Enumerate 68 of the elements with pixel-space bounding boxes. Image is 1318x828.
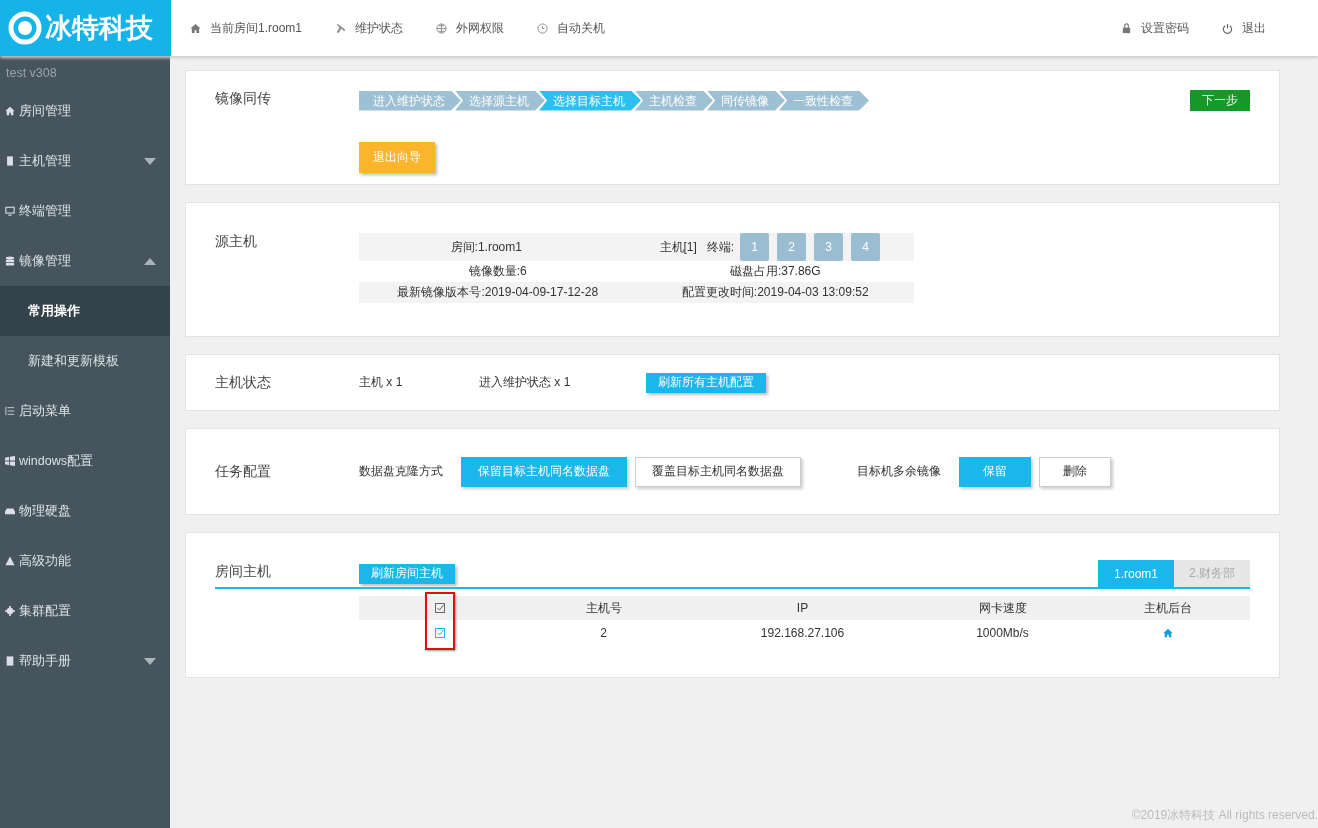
column-header: 主机后台 [1143, 599, 1193, 617]
column-header: 主机号 [584, 599, 623, 617]
checkbox[interactable] [435, 603, 445, 613]
table-cell-text: 2 [599, 626, 608, 640]
nav-link[interactable]: 维护状态 [335, 19, 404, 37]
host-info: 主机[1] [659, 238, 697, 256]
sidebar-item[interactable]: 帮助手册 [0, 636, 170, 686]
option-button[interactable]: 覆盖目标主机同名数据盘 [635, 456, 801, 487]
section-title: 主机状态 [215, 373, 272, 392]
extra-image-label: 目标机多余镜像 [857, 463, 941, 480]
sidebar-item[interactable]: 镜像管理 [0, 236, 170, 286]
home-icon [190, 22, 201, 34]
table-cell-text: 1000Mb/s [975, 626, 1030, 640]
monitor-icon [5, 206, 15, 216]
tools-icon [335, 22, 347, 34]
wizard-step: 选择目标主机 [539, 90, 641, 111]
logo-icon [8, 11, 42, 45]
database-icon [5, 256, 15, 266]
wizard-step: 同传镜像 [707, 90, 785, 111]
next-button[interactable]: 下一步 [1190, 90, 1250, 111]
sidebar-item[interactable]: windows配置 [0, 436, 170, 486]
sidebar-item[interactable]: 主机管理 [0, 136, 170, 186]
wizard-step: 选择源主机 [455, 90, 545, 111]
section-title: 镜像同传 [215, 90, 272, 108]
section-title: 任务配置 [215, 462, 272, 481]
latest-version: 最新镜像版本号:2019-04-09-17-12-28 [396, 284, 600, 301]
host-count: 主机 x 1 [359, 374, 404, 391]
clone-label: 数据盘克隆方式 [359, 463, 443, 480]
sidebar-item[interactable]: 集群配置 [0, 586, 170, 636]
sidebar-item[interactable]: 启动菜单 [0, 386, 170, 436]
lock-icon [1121, 22, 1132, 34]
sidebar-item[interactable]: 物理硬盘 [0, 486, 170, 536]
sidebar-item[interactable]: 终端管理 [0, 186, 170, 236]
list-icon [5, 406, 15, 416]
wizard-step: 一致性检查 [779, 90, 869, 111]
globe-icon [436, 22, 448, 34]
table-cell-text: 192.168.27.106 [759, 626, 846, 640]
section-title: 源主机 [215, 233, 258, 251]
image-count: 镜像数量:6 [467, 263, 528, 280]
logo-text: 冰特科技 [45, 12, 153, 45]
sidebar-subitem[interactable]: 新建和更新模板 [0, 336, 170, 386]
nav-link[interactable]: 外网权限 [436, 19, 505, 37]
wizard-step: 主机检查 [635, 90, 713, 111]
nav-link[interactable]: 设置密码 [1121, 19, 1189, 37]
disk-usage: 磁盘占用:37.86G [728, 263, 822, 280]
config-time: 配置更改时间:2019-04-03 13:09:52 [680, 284, 870, 301]
column-header: 网卡速度 [977, 599, 1028, 617]
nav-link[interactable]: 自动关机 [537, 19, 606, 37]
sidebar-subitem[interactable]: 常用操作 [0, 286, 170, 336]
maintenance-count: 进入维护状态 x 1 [479, 374, 572, 391]
wizard-step: 进入维护状态 [359, 90, 461, 111]
room-info: 房间:1.room1 [449, 238, 523, 256]
option-button[interactable]: 删除 [1039, 456, 1111, 487]
power-icon [1222, 22, 1233, 34]
nav-link[interactable]: 当前房间1.room1 [190, 19, 303, 37]
clock-icon [537, 22, 549, 34]
sidebar-item[interactable]: 高级功能 [0, 536, 170, 586]
windows-icon [5, 456, 15, 466]
home-icon [5, 106, 15, 116]
column-header: IP [795, 601, 810, 615]
version-label: test v308 [5, 65, 58, 82]
sidebar-item[interactable]: 房间管理 [0, 86, 170, 136]
terminal-label: 终端: [706, 238, 735, 256]
home-icon[interactable] [1163, 628, 1173, 638]
warning-icon [5, 556, 15, 566]
nav-link[interactable]: 退出 [1222, 19, 1266, 37]
checkbox[interactable] [435, 628, 445, 638]
section-title: 房间主机 [215, 563, 272, 581]
